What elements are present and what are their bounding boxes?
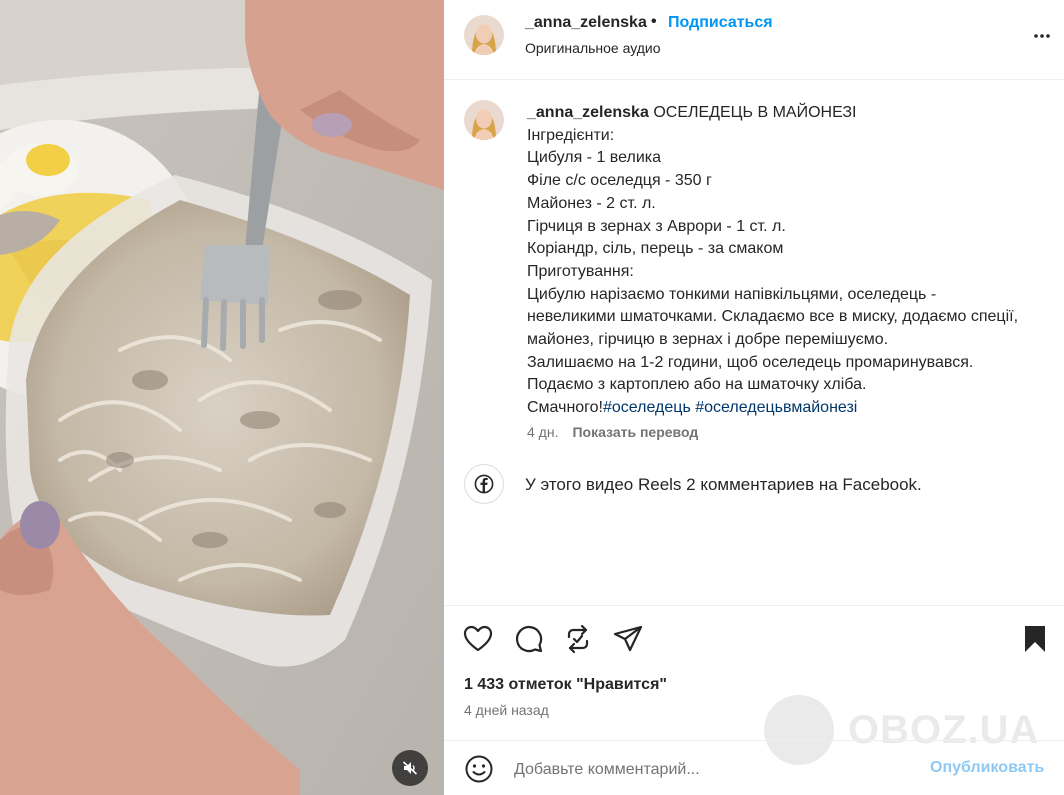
caption-title: ОСЕЛЕДЕЦЬ В МАЙОНЕЗІ xyxy=(653,104,857,121)
caption-line: Інгредієнти: xyxy=(527,126,615,144)
caption-line: Приготування: xyxy=(527,262,634,280)
author-avatar[interactable] xyxy=(464,15,504,55)
caption-line: Залишаємо на 1-2 години, щоб оселедець п… xyxy=(527,353,974,371)
caption-first-line: _anna_zelenska ОСЕЛЕДЕЦЬ В МАЙОНЕЗІ xyxy=(527,102,1027,125)
video-frame-image xyxy=(0,0,444,795)
caption-line: Майонез - 2 ст. л. xyxy=(527,194,656,212)
caption-username[interactable]: _anna_zelenska xyxy=(527,104,649,121)
original-audio-link[interactable]: Оригинальное аудио xyxy=(525,40,661,56)
caption-line: Подаємо з картоплею або на шматочку хліб… xyxy=(527,376,867,394)
mute-icon xyxy=(402,761,418,775)
facebook-icon-badge xyxy=(464,464,504,504)
avatar-image xyxy=(464,15,504,55)
facebook-comments-notice[interactable]: У этого видео Reels 2 комментариев на Fa… xyxy=(444,464,1064,504)
like-button[interactable] xyxy=(462,623,494,655)
caption-last-line: Смачного!#оселедець #оселедецьвмайонезі xyxy=(527,397,1027,420)
mute-button[interactable] xyxy=(392,750,428,786)
more-options-button[interactable] xyxy=(1030,24,1054,48)
save-button[interactable] xyxy=(1019,623,1051,655)
facebook-notice-text: У этого видео Reels 2 комментариев на Fa… xyxy=(525,475,922,494)
caption-line: Філе с/с оселедця - 350 г xyxy=(527,172,712,190)
facebook-icon xyxy=(474,474,494,494)
bookmark-icon xyxy=(1025,626,1045,652)
hashtag-link[interactable]: #оселедець xyxy=(603,399,691,416)
share-button[interactable] xyxy=(612,623,644,655)
post-timestamp[interactable]: 4 дней назад xyxy=(464,702,549,718)
caption-line: Гірчиця в зернах з Аврори - 1 ст. л. xyxy=(527,217,786,235)
caption-avatar[interactable] xyxy=(464,100,504,140)
caption-line: Коріандр, сіль, перець - за смаком xyxy=(527,240,784,258)
reel-video[interactable] xyxy=(0,0,444,795)
caption-line: Цибуля - 1 велика xyxy=(527,149,662,167)
caption-age[interactable]: 4 дн. xyxy=(527,424,558,440)
more-icon xyxy=(1034,34,1050,38)
heart-icon xyxy=(463,625,493,652)
likes-count[interactable]: 1 433 отметок "Нравится" xyxy=(464,676,667,694)
comment-bar: Опубликовать xyxy=(444,740,1064,795)
comment-button[interactable] xyxy=(513,623,545,655)
author-username[interactable]: _anna_zelenska xyxy=(525,14,647,32)
emoji-icon xyxy=(465,755,493,783)
header-separator: • xyxy=(651,13,657,30)
comment-input[interactable] xyxy=(514,759,914,781)
publish-button[interactable]: Опубликовать xyxy=(930,759,1044,777)
follow-button[interactable]: Подписаться xyxy=(668,14,773,32)
caption-sign-off: Смачного! xyxy=(527,399,603,417)
avatar-image xyxy=(464,100,504,140)
repost-icon xyxy=(567,624,589,654)
caption-text: _anna_zelenska ОСЕЛЕДЕЦЬ В МАЙОНЕЗІ Інгр… xyxy=(527,102,1027,420)
caption-meta: 4 дн. Показать перевод xyxy=(527,424,698,440)
post-header: _anna_zelenska • Подписаться Оригинально… xyxy=(444,0,1064,80)
translate-button[interactable]: Показать перевод xyxy=(572,424,698,440)
hashtag-link[interactable]: #оселедецьвмайонезі xyxy=(695,399,857,416)
emoji-button[interactable] xyxy=(464,754,494,784)
post-panel: _anna_zelenska • Подписаться Оригинально… xyxy=(444,0,1064,795)
caption-line: Цибулю нарізаємо тонкими напівкільцями, … xyxy=(527,285,1019,349)
comment-icon xyxy=(515,625,543,653)
repost-button[interactable] xyxy=(562,623,594,655)
share-icon xyxy=(613,625,643,652)
